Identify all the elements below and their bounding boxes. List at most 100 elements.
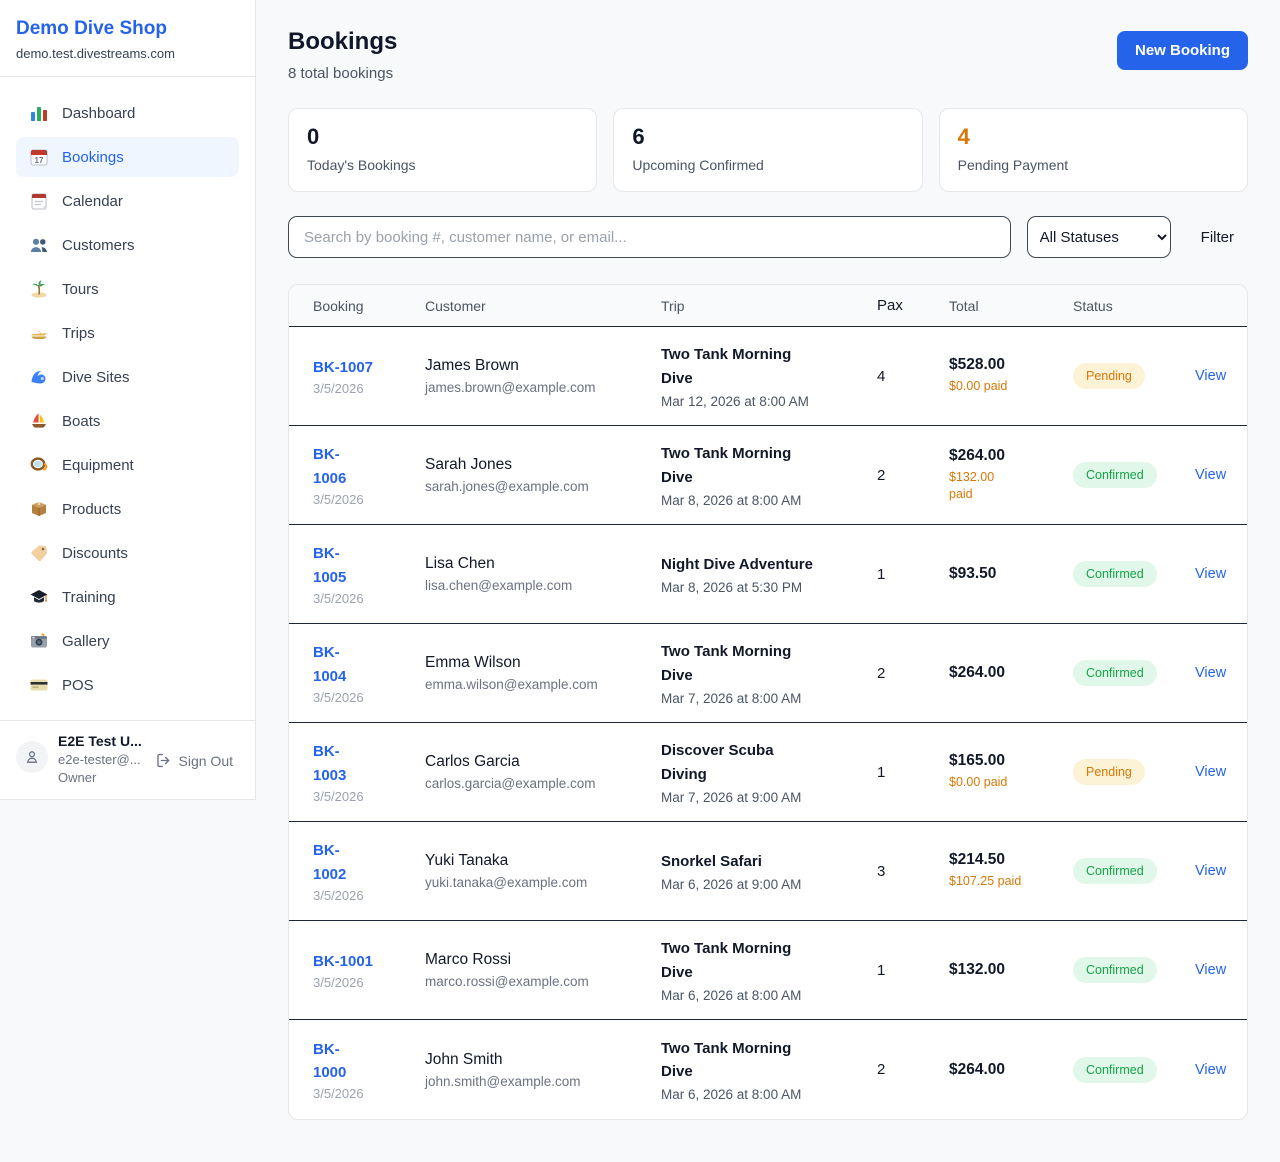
column-header-status: Status: [1073, 298, 1195, 314]
sidebar-item-products[interactable]: Products: [16, 489, 239, 529]
trip-name: Snorkel Safari: [661, 850, 819, 873]
sidebar-item-dashboard[interactable]: Dashboard: [16, 93, 239, 133]
customer-name: Sarah Jones: [425, 456, 645, 474]
trip-name: Two Tank Morning Dive: [661, 937, 819, 984]
booking-number-link[interactable]: BK- 1003: [313, 740, 346, 787]
people-icon: [29, 235, 49, 255]
booking-number-link[interactable]: BK-1007: [313, 356, 373, 379]
trip-datetime: Mar 7, 2026 at 9:00 AM: [661, 790, 861, 805]
sign-out-button[interactable]: Sign Out: [149, 751, 239, 770]
customer-email: marco.rossi@example.com: [425, 974, 645, 989]
customer-name: Emma Wilson: [425, 654, 645, 672]
page-title-block: Bookings 8 total bookings: [288, 28, 397, 82]
speedboat-icon: [29, 323, 49, 343]
tear-off-calendar-icon: [29, 191, 49, 211]
trip-datetime: Mar 8, 2026 at 5:30 PM: [661, 580, 861, 595]
status-badge: Confirmed: [1073, 957, 1157, 983]
customer-email: john.smith@example.com: [425, 1074, 645, 1089]
stat-card: 6 Upcoming Confirmed: [613, 108, 922, 192]
sidebar-item-trips[interactable]: Trips: [16, 313, 239, 353]
stat-label: Upcoming Confirmed: [632, 157, 903, 173]
table-row: BK- 1005 3/5/2026 Lisa Chen lisa.chen@ex…: [289, 525, 1247, 624]
tag-icon: [29, 543, 49, 563]
sidebar-item-discounts[interactable]: Discounts: [16, 533, 239, 573]
filter-button[interactable]: Filter: [1187, 229, 1248, 246]
avatar: [16, 741, 48, 773]
view-link[interactable]: View: [1195, 566, 1226, 582]
sidebar-item-label: Dashboard: [62, 105, 135, 122]
customer-email: sarah.jones@example.com: [425, 479, 645, 494]
column-header-pax: Pax: [877, 297, 949, 314]
booking-date: 3/5/2026: [313, 591, 425, 606]
paid-amount: $0.00 paid: [949, 378, 1063, 396]
status-badge: Confirmed: [1073, 561, 1157, 587]
user-email: e2e-tester@...: [58, 752, 139, 767]
booking-number-link[interactable]: BK- 1002: [313, 839, 346, 886]
view-link[interactable]: View: [1195, 764, 1226, 780]
pax-count: 1: [877, 962, 949, 979]
stat-label: Today's Bookings: [307, 157, 578, 173]
sidebar-item-equipment[interactable]: Equipment: [16, 445, 239, 485]
sidebar-item-dive-sites[interactable]: Dive Sites: [16, 357, 239, 397]
customer-name: Carlos Garcia: [425, 753, 645, 771]
sidebar-item-bookings[interactable]: 17 Bookings: [16, 137, 239, 177]
stat-value: 6: [632, 124, 903, 150]
sidebar-item-pos[interactable]: POS: [16, 665, 239, 705]
view-link[interactable]: View: [1195, 863, 1226, 879]
dive-mask-icon: [29, 455, 49, 475]
booking-number-link[interactable]: BK-1001: [313, 950, 373, 973]
view-link[interactable]: View: [1195, 467, 1226, 483]
customer-name: Yuki Tanaka: [425, 852, 645, 870]
column-header-booking: Booking: [313, 298, 425, 314]
view-link[interactable]: View: [1195, 665, 1226, 681]
sidebar-item-training[interactable]: Training: [16, 577, 239, 617]
new-booking-button[interactable]: New Booking: [1117, 31, 1248, 70]
status-filter-select[interactable]: All Statuses: [1027, 216, 1171, 258]
sidebar-item-label: Customers: [62, 237, 135, 254]
status-badge: Confirmed: [1073, 462, 1157, 488]
trip-name: Two Tank Morning Dive: [661, 1037, 819, 1084]
table-row: BK- 1002 3/5/2026 Yuki Tanaka yuki.tanak…: [289, 822, 1247, 921]
search-input[interactable]: [288, 216, 1011, 258]
user-meta: E2E Test U... e2e-tester@... Owner: [58, 733, 139, 785]
camera-icon: [29, 631, 49, 651]
sign-out-label: Sign Out: [179, 753, 233, 769]
booking-date: 3/5/2026: [313, 690, 425, 705]
sidebar-item-label: Bookings: [62, 149, 124, 166]
brand-name[interactable]: Demo Dive Shop: [16, 18, 239, 40]
trip-datetime: Mar 8, 2026 at 8:00 AM: [661, 493, 861, 508]
status-badge: Confirmed: [1073, 858, 1157, 884]
customer-email: lisa.chen@example.com: [425, 578, 645, 593]
sidebar-item-calendar[interactable]: Calendar: [16, 181, 239, 221]
stat-value: 4: [958, 124, 1229, 150]
sidebar-item-boats[interactable]: Boats: [16, 401, 239, 441]
sidebar-item-label: Dive Sites: [62, 369, 130, 386]
view-link[interactable]: View: [1195, 368, 1226, 384]
calendar-date-icon: 17: [29, 147, 49, 167]
total-amount: $93.50: [949, 565, 1063, 583]
status-badge: Confirmed: [1073, 1057, 1157, 1083]
stat-label: Pending Payment: [958, 157, 1229, 173]
island-icon: [29, 279, 49, 299]
total-amount: $264.00: [949, 447, 1063, 465]
booking-number-link[interactable]: BK- 1006: [313, 443, 346, 490]
total-amount: $132.00: [949, 961, 1063, 979]
customer-name: John Smith: [425, 1051, 645, 1069]
booking-number-link[interactable]: BK- 1004: [313, 641, 346, 688]
pax-count: 2: [877, 665, 949, 682]
sidebar-item-tours[interactable]: Tours: [16, 269, 239, 309]
booking-number-link[interactable]: BK- 1005: [313, 542, 346, 589]
booking-date: 3/5/2026: [313, 789, 425, 804]
sidebar-item-customers[interactable]: Customers: [16, 225, 239, 265]
pax-count: 1: [877, 764, 949, 781]
view-link[interactable]: View: [1195, 962, 1226, 978]
sidebar-item-label: Training: [62, 589, 116, 606]
booking-date: 3/5/2026: [313, 381, 425, 396]
trip-datetime: Mar 6, 2026 at 8:00 AM: [661, 988, 861, 1003]
table-row: BK- 1006 3/5/2026 Sarah Jones sarah.jone…: [289, 426, 1247, 525]
table-row: BK- 1004 3/5/2026 Emma Wilson emma.wilso…: [289, 624, 1247, 723]
sidebar-item-gallery[interactable]: Gallery: [16, 621, 239, 661]
view-link[interactable]: View: [1195, 1062, 1226, 1078]
booking-number-link[interactable]: BK- 1000: [313, 1038, 346, 1085]
trip-datetime: Mar 12, 2026 at 8:00 AM: [661, 394, 861, 409]
